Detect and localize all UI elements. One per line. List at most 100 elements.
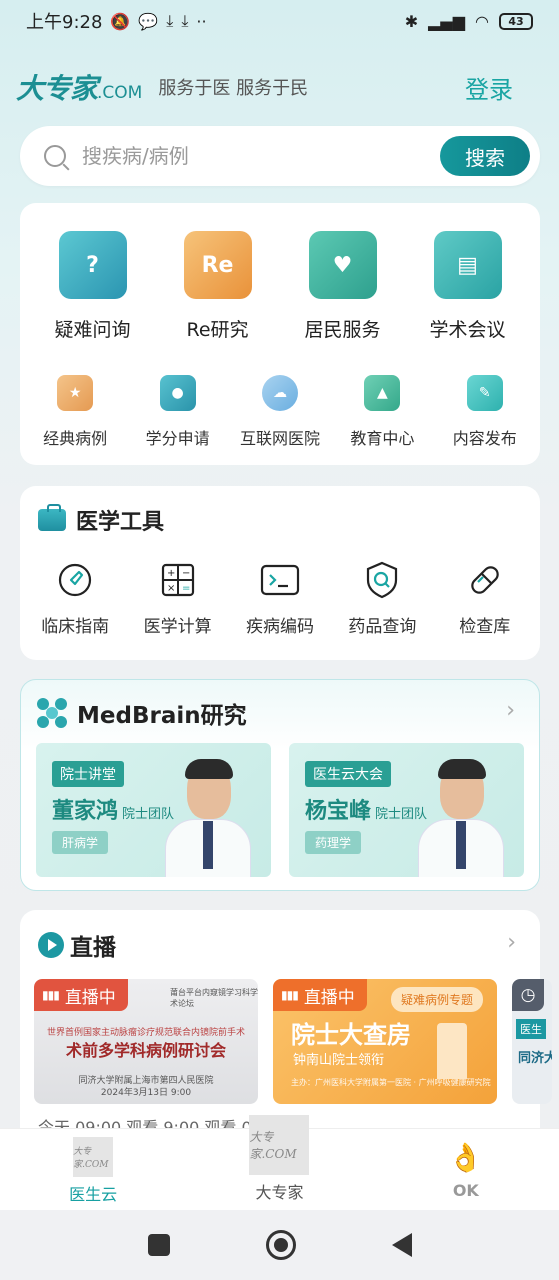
service-resident[interactable]: ♥ 居民服务 <box>288 231 398 342</box>
logo-text: 大专家 <box>16 72 98 105</box>
services-card: ? 疑难问询 Re Re研究 ♥ 居民服务 ▤ 学术会议 ★ 经典病例 ● 学分… <box>20 203 540 465</box>
banner-tag: 医生云大会 <box>305 761 391 787</box>
service-consult[interactable]: ? 疑难问询 <box>38 231 148 342</box>
search-button[interactable]: 搜索 <box>440 136 530 176</box>
expert-logo-icon: 大专家.COM <box>249 1115 310 1175</box>
tool-label: 检查库 <box>459 617 511 637</box>
service-label: 教育中心 <box>350 429 415 448</box>
publish-icon: ✎ <box>466 375 503 411</box>
login-button[interactable]: 登录 <box>465 70 513 105</box>
live-stream-card[interactable]: ◷ 医生 同济大学 暨 <box>512 979 552 1104</box>
research-icon: Re <box>183 231 252 299</box>
conference-icon: ▤ <box>433 231 502 299</box>
banner-name: 杨宝峰 院士团队 <box>305 793 427 825</box>
search-bar[interactable]: 搜索 <box>20 126 540 186</box>
doctor-name: 杨宝峰 <box>305 799 372 824</box>
stream-info: 同济大学附属上海市第四人民医院 2024年3月13日 9:00 <box>34 1075 258 1099</box>
medbrain-header: MedBrain研究 <box>37 696 247 730</box>
service-credit[interactable]: ● 学分申请 <box>128 375 228 449</box>
doctor-name: 董家鸿 <box>52 799 119 824</box>
primary-services: ? 疑难问询 Re Re研究 ♥ 居民服务 ▤ 学术会议 <box>20 231 540 342</box>
play-icon <box>38 932 64 958</box>
service-label: 经典病例 <box>43 429 108 448</box>
medbrain-banner[interactable]: 院士讲堂 董家鸿 院士团队 肝病学 <box>36 743 271 877</box>
bottom-nav: 大专家.COM 医生云 大专家.COM 大专家 👌 OK <box>0 1115 559 1210</box>
credit-icon: ● <box>159 375 196 411</box>
badge-label: 直播中 <box>303 987 355 1008</box>
download-icon-2: ⤓ <box>181 11 189 30</box>
stream-host: 同济大学附属上海市第四人民医院 <box>78 1076 214 1086</box>
svg-text:−: − <box>182 568 190 579</box>
app-header: 大专家.COM 服务于医 服务于民 登录 <box>16 62 543 112</box>
slogan: 服务于医 服务于民 <box>158 78 309 99</box>
download-icon: ⤓ <box>166 11 174 30</box>
nav-ok[interactable]: 👌 OK <box>373 1129 559 1210</box>
tool-label: 疾病编码 <box>245 617 314 637</box>
svg-text:=: = <box>182 583 190 594</box>
tools-list: 临床指南 + − × = 医学计算 疾病编码 药品查询 检查库 <box>20 560 540 637</box>
banner-name: 董家鸿 院士团队 <box>52 793 174 825</box>
live-title: 直播 <box>70 935 116 961</box>
battery-icon: 43 <box>499 12 533 30</box>
nav-label: 大专家 <box>255 1183 304 1202</box>
doctor-cloud-icon: 大专家.COM <box>73 1137 114 1177</box>
live-bars-icon: ▮▮▮ <box>42 988 60 1002</box>
chevron-right-icon[interactable]: › <box>507 930 516 955</box>
medbrain-banner[interactable]: 医生云大会 杨宝峰 院士团队 药理学 <box>289 743 524 877</box>
search-input[interactable] <box>82 144 440 168</box>
live-stream-card[interactable]: 莆台平台内窥镜学习科学术论坛 ▮▮▮ 直播中 世界首例国家主动脉瘤诊疗规范联合内镜… <box>34 979 258 1104</box>
tool-drug-search[interactable]: 药品查询 <box>332 560 432 637</box>
building-image <box>437 1023 467 1079</box>
service-publish[interactable]: ✎ 内容发布 <box>435 375 535 449</box>
svg-text:×: × <box>167 583 175 594</box>
service-conference[interactable]: ▤ 学术会议 <box>413 231 523 342</box>
banner-tag: 院士讲堂 <box>52 761 124 787</box>
stream-text: 同济大学 暨 <box>518 1051 552 1066</box>
drug-search-icon <box>362 560 402 600</box>
tool-label: 医学计算 <box>143 617 212 637</box>
brand-logo: 大专家.COM <box>16 67 142 107</box>
live-bars-icon: ▮▮▮ <box>281 988 299 1002</box>
nav-label: 医生云 <box>69 1185 118 1204</box>
recent-apps-icon[interactable] <box>147 1234 170 1256</box>
doctor-photo <box>165 757 251 877</box>
tool-clinical-guide[interactable]: 临床指南 <box>25 560 125 637</box>
live-badge: ▮▮▮ 直播中 <box>273 979 367 1011</box>
nav-expert[interactable]: 大专家.COM 大专家 <box>186 1115 372 1210</box>
live-stream-card[interactable]: ▮▮▮ 直播中 疑难病例专题 院士大查房 钟南山院士领衔 主办：广州医科大学附属第… <box>273 979 497 1104</box>
tools-title: 医学工具 <box>76 510 165 535</box>
online-hospital-icon: ☁ <box>261 375 298 411</box>
service-education[interactable]: ▲ 教育中心 <box>332 375 432 449</box>
nav-doctor-cloud[interactable]: 大专家.COM 医生云 <box>0 1129 186 1210</box>
status-bar: 上午9:28 🔕 💬 ⤓ ⤓ ·· ✱ ▂▄▆ ◠ 43 <box>0 0 559 42</box>
banner-field: 肝病学 <box>52 831 109 854</box>
tool-label: 临床指南 <box>41 617 110 637</box>
tool-medical-calc[interactable]: + − × = 医学计算 <box>128 560 228 637</box>
stream-date: 2024年3月13日 9:00 <box>100 1088 192 1098</box>
stream-title: 术前多学科病例研讨会 <box>65 1041 226 1060</box>
capsule-icon <box>465 560 505 600</box>
bluetooth-icon: ✱ <box>404 11 419 31</box>
back-icon[interactable] <box>391 1233 412 1257</box>
education-icon: ▲ <box>364 375 401 411</box>
chevron-right-icon[interactable]: › <box>506 698 515 723</box>
toolbox-icon <box>38 504 66 531</box>
chat-icon: 💬 <box>138 11 159 31</box>
clock-icon: ◷ <box>512 979 544 1011</box>
tools-header: 医学工具 <box>38 504 164 536</box>
tool-exam-library[interactable]: 检查库 <box>435 560 535 637</box>
service-label: 学术会议 <box>429 319 506 341</box>
service-research[interactable]: Re Re研究 <box>163 231 273 342</box>
home-icon[interactable] <box>265 1230 296 1260</box>
service-online-hospital[interactable]: ☁ 互联网医院 <box>230 375 330 449</box>
calculator-icon: + − × = <box>158 560 198 600</box>
stream-title: 院士大查房 <box>291 1021 411 1049</box>
service-label: 内容发布 <box>452 429 517 448</box>
stream-tag: 医生 <box>516 1019 546 1039</box>
medbrain-card: MedBrain研究 › 院士讲堂 董家鸿 院士团队 肝病学 医生云大会 杨宝峰院… <box>20 679 540 891</box>
status-time: 上午9:28 <box>26 12 103 33</box>
service-case-book[interactable]: ★ 经典病例 <box>25 375 125 449</box>
resident-icon: ♥ <box>308 231 377 299</box>
stream-top-text: 莆台平台内窥镜学习科学术论坛 <box>170 988 258 1008</box>
tool-disease-code[interactable]: 疾病编码 <box>230 560 330 637</box>
